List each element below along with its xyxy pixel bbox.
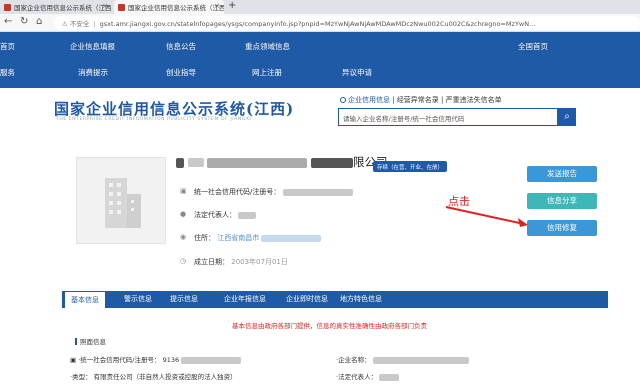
- nav-consumer-tips[interactable]: 消费提示: [78, 67, 108, 78]
- warning-icon: ⚠: [62, 20, 68, 28]
- legal-rep-label: 法定代表人：: [194, 211, 236, 219]
- browser-tab-title: 国家企业信用信息公示系统（江西）: [128, 4, 224, 12]
- company-name: 限公司: [176, 154, 387, 170]
- site-logo-subtitle: THE ENTERPRISE CREDIT INFORMATION PUBLIC…: [56, 117, 252, 122]
- section-title: 照面信息: [75, 336, 106, 346]
- nav-online-registration[interactable]: 网上注册: [252, 67, 282, 78]
- redacted-text: [372, 356, 469, 364]
- tab-local-info[interactable]: 地方特色信息: [334, 291, 388, 308]
- site-top-nav: 首页 企业信息填报 信息公告 重点领域信息 全国首页 服务 消费提示 创业指导 …: [0, 32, 640, 88]
- radio-selected-icon[interactable]: [340, 97, 346, 103]
- field-company-name: ·企业名称：: [336, 354, 469, 364]
- redacted-text: [261, 234, 322, 242]
- browser-tabbar: 国家企业信用信息公示系统（江西） × 国家企业信用信息公示系统（江西） × +: [0, 0, 640, 14]
- site-logo-title: 国家企业信用信息公示系统(江西): [54, 100, 295, 118]
- nav-home[interactable]: 首页: [0, 41, 15, 52]
- link-other-lists[interactable]: 经营异常名录 | 严重违法失信名单: [397, 96, 502, 104]
- redacted-text: [379, 373, 400, 381]
- tab-notice-info[interactable]: 提示信息: [164, 291, 204, 308]
- established-row: ◷ 成立日期： 2003年07月01日: [180, 257, 288, 267]
- field-type-label: ·类型：: [70, 373, 92, 381]
- established-value: 2003年07月01日: [231, 258, 288, 266]
- redacted-text: [207, 157, 308, 168]
- address-row: ◉ 住所： 江西省南昌市: [180, 233, 322, 243]
- detail-tabs: 基本信息 警示信息 提示信息 企业年报信息 企业即时信息 地方特色信息: [62, 291, 608, 308]
- nav-company-filing[interactable]: 企业信息填报: [70, 41, 115, 52]
- close-tab-icon[interactable]: ×: [214, 2, 220, 10]
- address-bar: ← ↻ ⌂ ⚠ 不安全 | gsxt.amr.jiangxi.gov.cn/stat…: [0, 14, 640, 32]
- new-tab-button[interactable]: +: [228, 0, 236, 11]
- redacted-text: [238, 211, 257, 219]
- send-report-button[interactable]: 发送报告: [527, 166, 597, 182]
- nav-announcements[interactable]: 信息公告: [166, 41, 196, 52]
- redacted-text: [176, 157, 184, 168]
- tab-annual-report[interactable]: 企业年报信息: [218, 291, 272, 308]
- location-pin-icon: ◉: [180, 233, 187, 241]
- home-icon[interactable]: ⌂: [36, 16, 42, 27]
- nav-objection[interactable]: 异议申请: [342, 67, 372, 78]
- disclaimer-notice: 基本信息由政府各部门提供，信息的真实性准确性由政府各部门负责: [232, 322, 427, 330]
- credit-code-label: 统一社会信用代码/注册号：: [194, 188, 281, 196]
- search-input[interactable]: 请输入企业名称/注册号/统一社会信用代码: [338, 108, 558, 126]
- search-icon[interactable]: ⌕: [558, 108, 576, 126]
- nav-national-home[interactable]: 全国首页: [518, 41, 548, 52]
- field-credit-code-label: ·统一社会信用代码/注册号：: [78, 356, 161, 364]
- field-type: ·类型： 有限责任公司（非自然人投资或控股的法人独资）: [70, 371, 237, 381]
- redacted-text: [187, 158, 204, 167]
- browser-tab-title: 国家企业信用信息公示系统（江西）: [14, 4, 112, 12]
- nav-key-sectors[interactable]: 重点领域信息: [245, 41, 290, 52]
- tab-warning-info[interactable]: 警示信息: [118, 291, 158, 308]
- credit-code-row: ▣ 统一社会信用代码/注册号：: [180, 187, 353, 197]
- tab-realtime-info[interactable]: 企业即时信息: [280, 291, 334, 308]
- nav-startup-guide[interactable]: 创业指导: [166, 67, 196, 78]
- status-badge: 存续（在营、开业、在册）: [373, 161, 448, 172]
- field-company-name-label: ·企业名称：: [336, 356, 371, 364]
- established-label: 成立日期：: [194, 258, 229, 266]
- redacted-text: [181, 356, 242, 364]
- link-credit-info[interactable]: 企业信用信息: [348, 96, 390, 104]
- site-favicon-icon: [4, 4, 11, 11]
- id-card-icon: ▣: [180, 187, 187, 195]
- company-photo: [76, 157, 166, 244]
- address-value[interactable]: 江西省南昌市: [217, 234, 259, 242]
- field-icon: ▣: [70, 356, 77, 364]
- url-text: gsxt.amr.jiangxi.gov.cn/statelnfopages/y…: [99, 20, 536, 28]
- field-credit-code-value: 9136: [162, 356, 180, 364]
- reload-icon[interactable]: ↻: [20, 16, 28, 27]
- tab-basic-info[interactable]: 基本信息: [64, 291, 106, 308]
- security-label: 不安全: [69, 20, 90, 28]
- redacted-text: [282, 188, 353, 196]
- browser-tab[interactable]: 国家企业信用信息公示系统（江西） ×: [0, 0, 112, 14]
- quick-links: 企业信用信息 | 经营异常名录 | 严重违法失信名单: [340, 95, 502, 105]
- field-credit-code: ▣ ·统一社会信用代码/注册号： 9136: [70, 354, 242, 364]
- person-icon: ●: [180, 210, 187, 218]
- field-legal-rep-label: ·法定代表人：: [336, 373, 378, 381]
- close-tab-icon[interactable]: ×: [102, 2, 108, 10]
- field-legal-rep: ·法定代表人：: [336, 371, 400, 381]
- field-type-value: 有限责任公司（非自然人投资或控股的法人独资）: [93, 373, 237, 381]
- legal-rep-row: ● 法定代表人：: [180, 210, 257, 220]
- back-icon[interactable]: ←: [4, 16, 12, 27]
- site-favicon-icon: [118, 4, 125, 11]
- building-icon: [105, 178, 141, 228]
- clock-icon: ◷: [180, 257, 187, 265]
- address-label: 住所：: [194, 234, 215, 242]
- redacted-text: [310, 157, 353, 168]
- url-field[interactable]: ⚠ 不安全 | gsxt.amr.jiangxi.gov.cn/statelnfop…: [54, 16, 640, 30]
- browser-tab-active[interactable]: 国家企业信用信息公示系统（江西） ×: [114, 0, 224, 14]
- nav-services[interactable]: 服务: [0, 67, 15, 78]
- red-arrow-icon: [445, 206, 528, 227]
